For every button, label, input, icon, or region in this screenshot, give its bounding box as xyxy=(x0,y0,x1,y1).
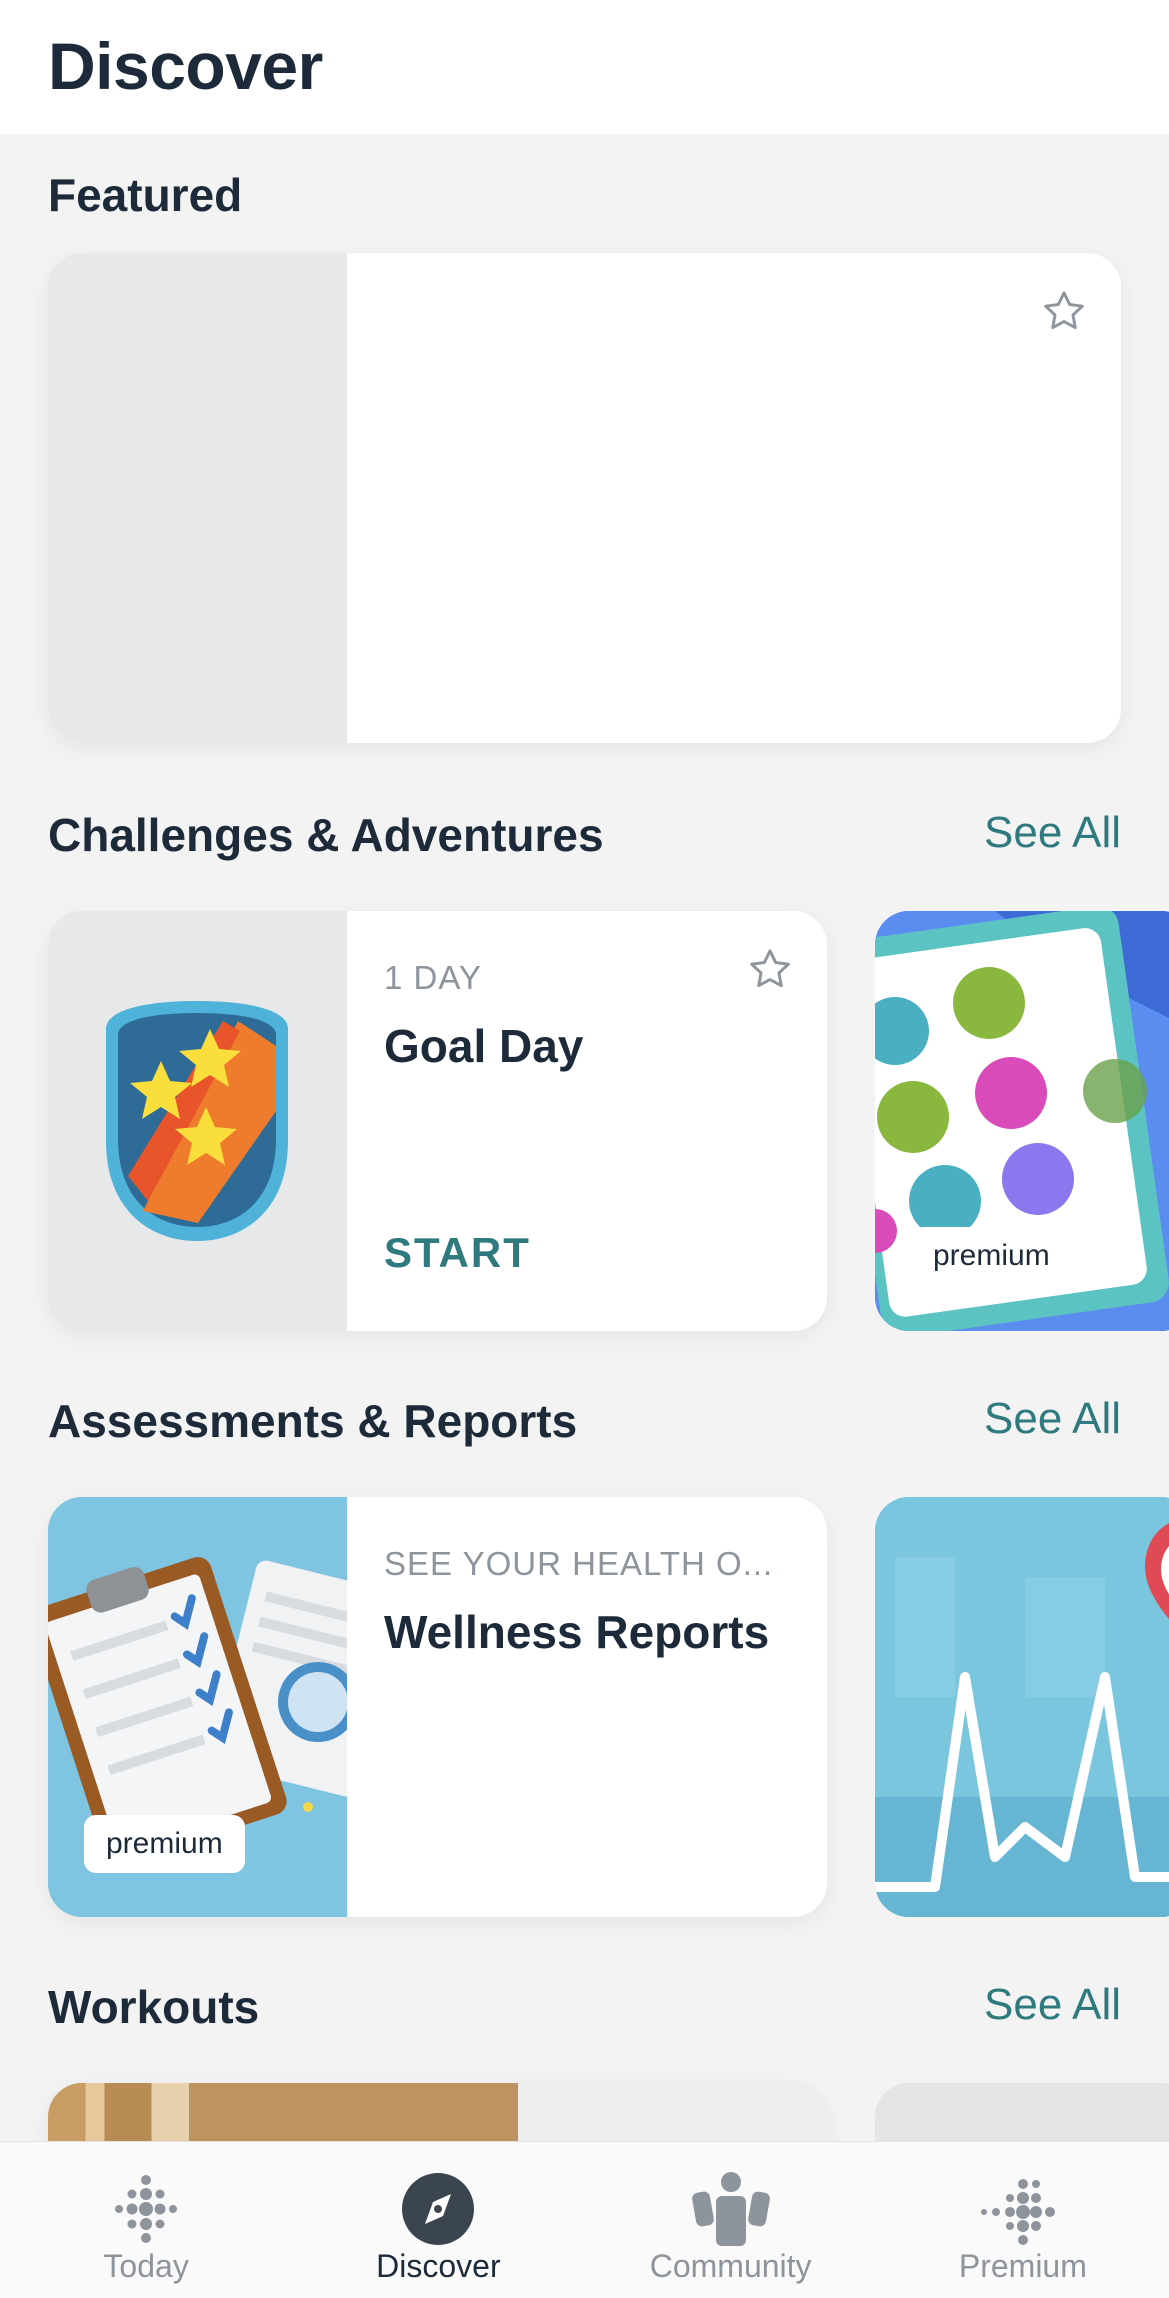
premium-badge: premium xyxy=(84,1815,245,1873)
challenges-section-title: Challenges & Adventures xyxy=(48,809,604,861)
card-title: Goal Day xyxy=(384,1020,584,1072)
people-icon xyxy=(691,2172,770,2246)
fitbit-dots-icon xyxy=(115,2175,178,2243)
premium-dots-icon xyxy=(980,2179,1055,2245)
wellness-reports-thumbnail: premium xyxy=(48,1497,347,1917)
assessments-section-title: Assessments & Reports xyxy=(48,1395,578,1447)
assessment-card-peek[interactable] xyxy=(875,1497,1169,1917)
featured-section-title: Featured xyxy=(48,169,243,221)
featured-card[interactable] xyxy=(48,253,1121,743)
tab-premium[interactable]: Premium xyxy=(877,2142,1169,2298)
tab-label: Discover xyxy=(376,2248,501,2284)
challenges-see-all-link[interactable]: See All xyxy=(984,808,1121,858)
tab-label: Today xyxy=(103,2248,189,2284)
goal-day-thumbnail xyxy=(48,911,347,1331)
bottom-tab-bar: Today Discover Community Premium xyxy=(0,2141,1169,2298)
shield-stars-icon xyxy=(106,1001,288,1241)
heart-rate-icon xyxy=(875,1497,1169,1917)
app-header: Discover xyxy=(0,0,1169,134)
favorite-star-icon[interactable] xyxy=(1039,287,1089,337)
tab-discover[interactable]: Discover xyxy=(292,2142,584,2298)
featured-thumbnail xyxy=(48,253,347,743)
discover-screen: Discover Featured Challenges & Adventure… xyxy=(0,0,1169,2298)
tab-label: Premium xyxy=(958,2248,1087,2284)
start-button[interactable]: START xyxy=(384,1229,531,1277)
workouts-see-all-link[interactable]: See All xyxy=(984,1980,1121,2030)
compass-icon xyxy=(402,2173,475,2245)
workouts-section-title: Workouts xyxy=(48,1981,260,2033)
tab-today[interactable]: Today xyxy=(0,2142,292,2298)
challenge-card-goal-day[interactable]: 1 DAY Goal Day START xyxy=(48,911,827,1331)
assessments-see-all-link[interactable]: See All xyxy=(984,1394,1121,1444)
assessment-card-wellness-reports[interactable]: premium SEE YOUR HEALTH O... Wellness Re… xyxy=(48,1497,827,1917)
tab-community[interactable]: Community xyxy=(585,2142,877,2298)
favorite-star-icon[interactable] xyxy=(745,945,795,995)
page-title: Discover xyxy=(48,29,323,103)
card-duration: 1 DAY xyxy=(384,959,482,996)
card-title: Wellness Reports xyxy=(384,1606,770,1658)
tab-label: Community xyxy=(649,2248,812,2284)
challenge-card-peek[interactable]: premium xyxy=(875,911,1169,1331)
premium-badge: premium xyxy=(911,1227,1072,1285)
card-subtitle: SEE YOUR HEALTH O... xyxy=(384,1545,774,1582)
